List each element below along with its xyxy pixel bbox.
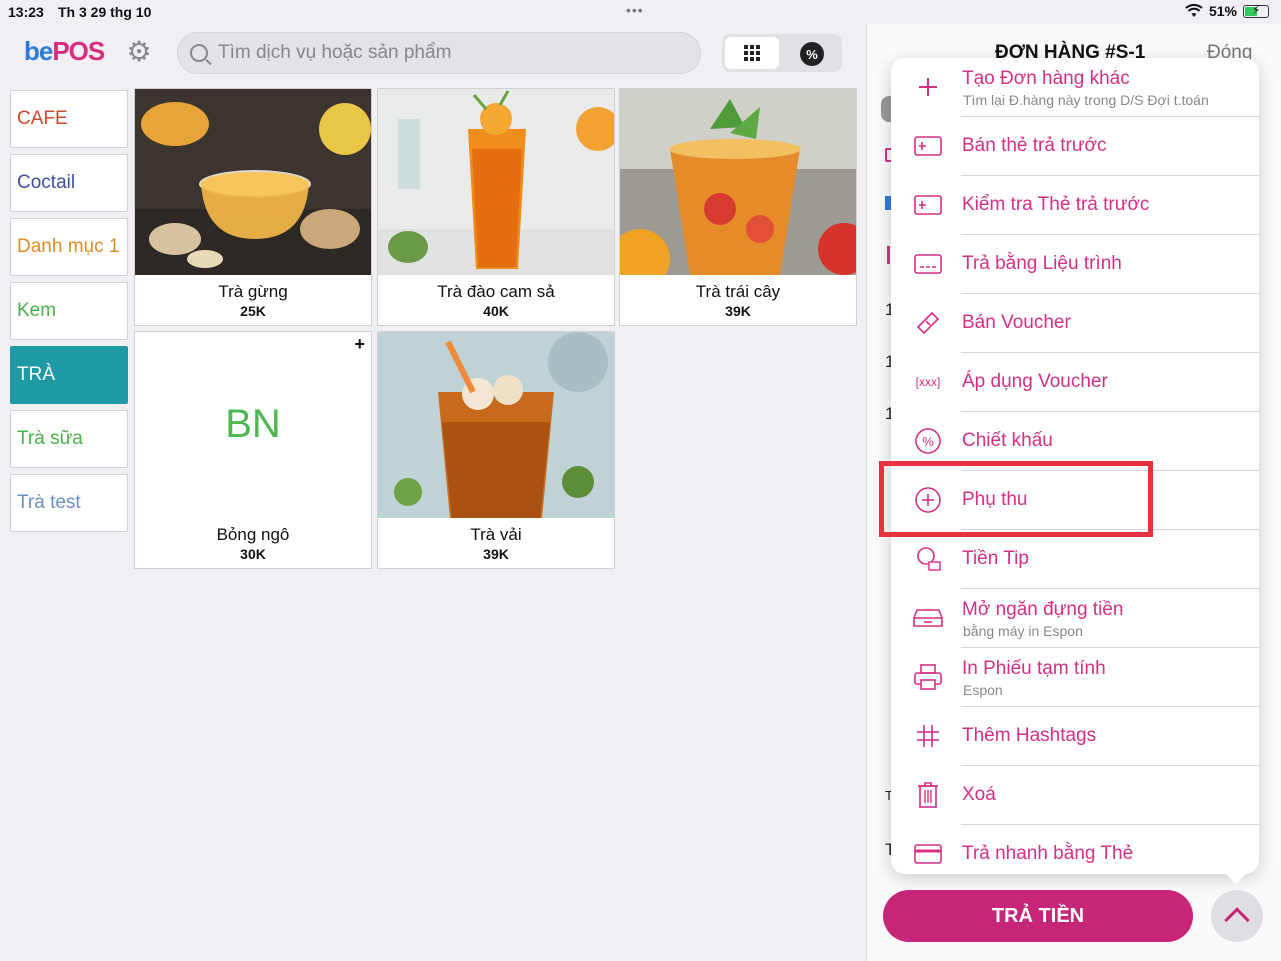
menu-label: Kiểm tra Thẻ trả trước [962, 194, 1150, 215]
credit-card-icon [913, 839, 943, 869]
product-card[interactable]: + BN Bỏng ngô 30K [134, 331, 372, 569]
product-name: Bỏng ngô [216, 525, 290, 544]
svg-text:%: % [922, 434, 934, 449]
menu-label: Bán Voucher [962, 312, 1071, 333]
category-item-active[interactable]: TRÀ [10, 346, 128, 404]
menu-sublabel: bằng máy in Espon [963, 623, 1083, 639]
product-price: 39K [725, 303, 751, 319]
product-image-fruit-tea [620, 89, 856, 275]
tip-person-icon [913, 544, 943, 574]
menu-item-create-order[interactable]: Tạo Đơn hàng khác Tìm lại Đ.hàng này tro… [891, 58, 1259, 117]
bepos-logo: bePOS [24, 36, 105, 66]
product-price: 39K [483, 546, 509, 562]
product-initials: BN [225, 402, 281, 446]
status-bar: 13:23 Th 3 29 thg 10 ••• 51% ⚡ [0, 0, 1281, 24]
chevron-up-icon [1224, 907, 1250, 933]
product-price: 30K [240, 546, 266, 562]
menu-label: Trả nhanh bằng Thẻ [962, 843, 1134, 864]
discount-badge-icon[interactable]: % [800, 42, 824, 66]
category-item[interactable]: Danh mục 1 [10, 218, 128, 276]
prepaid-card-check-icon [913, 190, 943, 220]
menu-item-pay-treatment[interactable]: Trả bằng Liệu trình [891, 235, 1259, 294]
product-name: Trà vải [470, 525, 522, 544]
status-time: 13:23 [8, 4, 44, 20]
menu-label: Chiết khấu [962, 430, 1053, 451]
menu-item-print-bill[interactable]: In Phiếu tạm tính Espon [891, 648, 1259, 707]
menu-item-sell-voucher[interactable]: Bán Voucher [891, 294, 1259, 353]
product-price: 25K [240, 303, 266, 319]
pay-button[interactable]: TRẢ TIỀN [883, 890, 1193, 942]
product-name: Trà gừng [218, 282, 288, 301]
product-panel: bePOS ⚙ Tìm dịch vụ hoặc sản phẩm % CAFE… [0, 24, 866, 961]
menu-label: Áp dụng Voucher [962, 371, 1108, 392]
menu-label: Mở ngăn đựng tiền [962, 599, 1124, 620]
multitasking-dots-icon[interactable]: ••• [626, 2, 644, 18]
product-name: Trà đào cam sả [437, 282, 555, 301]
treatment-card-icon [913, 249, 943, 279]
menu-item-delete[interactable]: Xoá [891, 766, 1259, 825]
product-name: Trà trái cây [695, 282, 781, 301]
view-toggle: % [722, 34, 842, 72]
highlight-box [879, 461, 1153, 537]
menu-item-check-prepaid[interactable]: Kiểm tra Thẻ trả trước [891, 176, 1259, 235]
menu-label: Tạo Đơn hàng khác [962, 68, 1130, 89]
menu-label: Thêm Hashtags [962, 725, 1097, 746]
category-item[interactable]: Kem [10, 282, 128, 340]
menu-item-tip[interactable]: Tiền Tip [891, 530, 1259, 589]
menu-item-apply-voucher[interactable]: [xxx] Áp dụng Voucher [891, 353, 1259, 412]
printer-icon [913, 662, 943, 692]
product-card[interactable]: Trà trái cây 39K [619, 88, 857, 326]
wifi-icon [1185, 4, 1203, 17]
grid-view-icon[interactable] [725, 37, 779, 69]
voucher-code-icon: [xxx] [915, 375, 941, 389]
menu-label: Xoá [962, 784, 996, 805]
search-input[interactable]: Tìm dịch vụ hoặc sản phẩm [177, 32, 701, 74]
menu-pointer [1220, 868, 1252, 884]
plus-icon [913, 72, 943, 102]
category-item[interactable]: Coctail [10, 154, 128, 212]
menu-label: Trả bằng Liệu trình [962, 253, 1122, 274]
battery-icon: ⚡ [1243, 3, 1269, 18]
status-right: 51% ⚡ [1185, 3, 1269, 19]
trash-icon [913, 780, 943, 810]
category-item[interactable]: CAFE [10, 90, 128, 148]
menu-item-open-cash-drawer[interactable]: Mở ngăn đựng tiền bằng máy in Espon [891, 589, 1259, 648]
product-image-lychee-tea [378, 332, 614, 518]
product-card[interactable]: Trà đào cam sả 40K [377, 88, 615, 326]
product-card[interactable]: Trà gừng 25K [134, 88, 372, 326]
product-price: 40K [483, 303, 509, 319]
settings-gear-icon[interactable]: ⚙ [124, 38, 154, 68]
status-date: Th 3 29 thg 10 [58, 4, 152, 20]
category-list: CAFE Coctail Danh mục 1 Kem TRÀ Trà sữa … [10, 90, 128, 538]
category-item[interactable]: Trà test [10, 474, 128, 532]
product-card[interactable]: Trà vải 39K [377, 331, 615, 569]
search-icon [190, 44, 208, 62]
chevron-up-button[interactable] [1211, 890, 1263, 942]
category-item[interactable]: Trà sữa [10, 410, 128, 468]
menu-label: Tiền Tip [962, 548, 1029, 569]
discount-percent-icon: % [913, 426, 943, 456]
voucher-ticket-icon [913, 308, 943, 338]
menu-item-sell-prepaid[interactable]: Bán thẻ trả trước [891, 117, 1259, 176]
menu-label: In Phiếu tạm tính [962, 658, 1106, 679]
add-variant-icon[interactable]: + [354, 334, 365, 355]
menu-item-quick-card-pay[interactable]: Trả nhanh bằng Thẻ [891, 825, 1259, 874]
hashtag-icon [913, 721, 943, 751]
menu-sublabel: Espon [963, 682, 1003, 698]
search-placeholder: Tìm dịch vụ hoặc sản phẩm [218, 42, 452, 63]
menu-sublabel: Tìm lại Đ.hàng này trong D/S Đợi t.toán [963, 92, 1209, 108]
product-image-ginger-tea [135, 89, 371, 275]
menu-label: Bán thẻ trả trước [962, 135, 1107, 156]
menu-item-add-hashtags[interactable]: Thêm Hashtags [891, 707, 1259, 766]
product-image-peach-orange-tea [378, 89, 614, 275]
cash-drawer-icon [913, 603, 943, 633]
battery-percent: 51% [1208, 3, 1237, 19]
prepaid-card-icon [913, 131, 943, 161]
table-icon[interactable] [887, 246, 890, 264]
